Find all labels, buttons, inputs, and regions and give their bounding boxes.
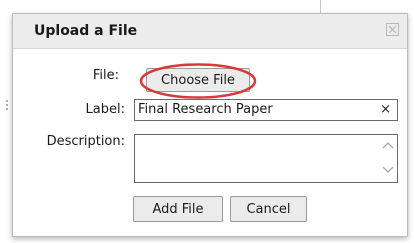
dialog-title: Upload a File [34,23,138,39]
file-label: File: [92,68,119,83]
description-label: Description: [46,134,125,149]
description-textarea[interactable] [134,134,398,183]
label-input-value: Final Research Paper [138,102,273,117]
dialog-titlebar: Upload a File [13,14,407,49]
clear-input-icon[interactable]: × [380,102,391,117]
background-resize-grip [6,100,10,110]
background-divider [320,0,321,14]
cancel-button[interactable]: Cancel [230,196,307,222]
choose-file-button[interactable]: Choose File [146,68,250,92]
upload-file-dialog: Upload a File File: Choose File Label: F… [12,13,408,237]
add-file-button[interactable]: Add File [133,196,223,222]
close-x-glyph [388,25,397,34]
label-input[interactable]: Final Research Paper × [134,99,398,121]
close-icon[interactable] [386,23,399,36]
scroll-up-icon[interactable] [382,140,394,150]
scroll-down-icon[interactable] [382,165,394,175]
label-field-label: Label: [85,102,125,117]
